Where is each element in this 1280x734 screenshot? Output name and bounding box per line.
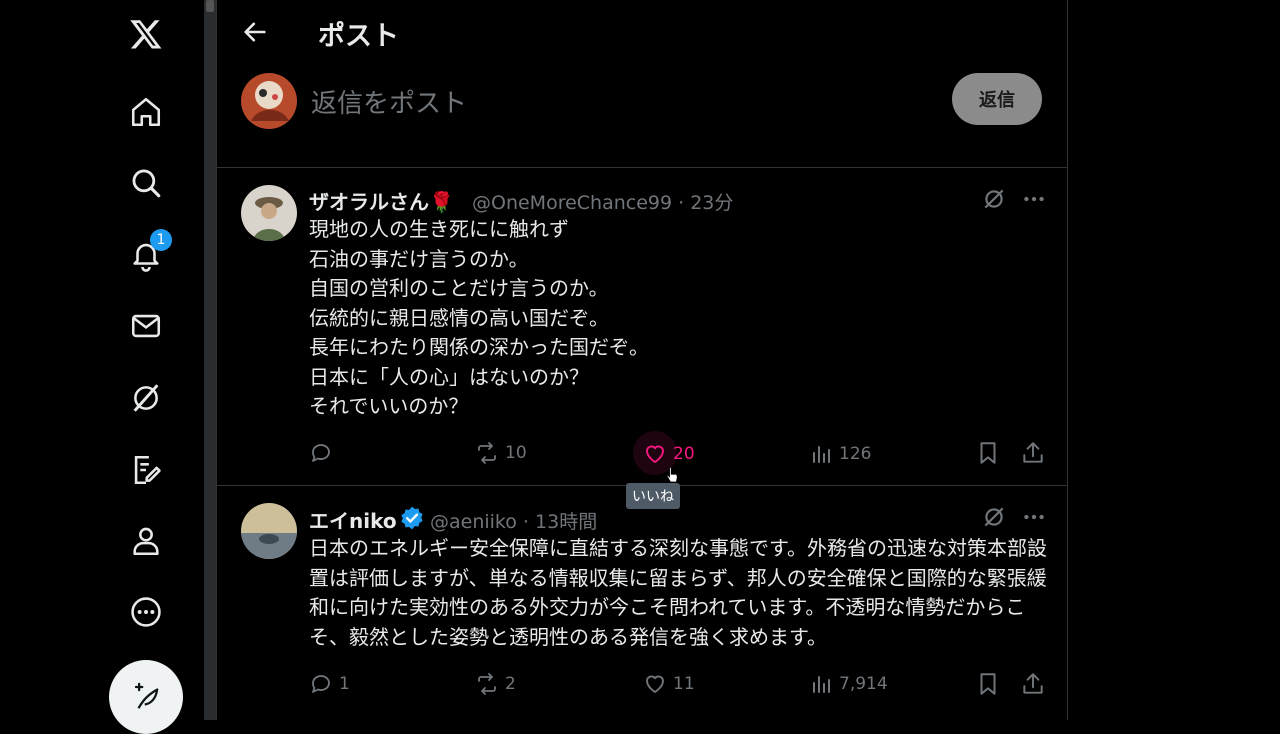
compose-note-icon[interactable] [126, 450, 166, 490]
right-empty-area [1068, 0, 1280, 720]
post-time[interactable]: 13時間 [535, 511, 597, 533]
views-count: 126 [839, 444, 872, 464]
more-circle-icon[interactable] [126, 592, 166, 632]
page-title: ポスト [318, 21, 399, 52]
reply-input[interactable]: 返信をポスト [311, 83, 467, 120]
grok-icon[interactable] [981, 186, 1007, 212]
like-count: 11 [673, 674, 695, 694]
x-logo-icon[interactable] [126, 14, 166, 54]
feather-plus-icon [134, 682, 159, 709]
reply-bubble-icon [312, 675, 330, 693]
reply-bubble-icon [312, 444, 330, 462]
reply-submit-button[interactable]: 返信 [952, 73, 1042, 125]
views-chart-icon [813, 446, 830, 463]
page-header: ポスト [217, 0, 1067, 64]
retweet-count: 10 [505, 443, 527, 463]
retweet-action[interactable]: 2 [475, 671, 516, 697]
post-time[interactable]: 23分 [690, 192, 733, 214]
author-avatar[interactable] [241, 185, 297, 241]
retweet-count: 2 [505, 674, 516, 694]
author-avatar[interactable] [241, 503, 297, 559]
notifications-bell-icon[interactable]: 1 [126, 229, 172, 275]
reply-action[interactable]: 1 [309, 671, 350, 697]
more-options-icon[interactable] [1021, 504, 1047, 530]
author-name[interactable]: ザオラルさん🌹 [309, 186, 454, 215]
author-handle[interactable]: @OneMoreChance99 [472, 192, 672, 214]
left-navigation: 1 [0, 0, 204, 734]
views-chart-icon [813, 676, 830, 693]
back-arrow-icon[interactable] [241, 18, 269, 46]
grok-icon[interactable] [981, 504, 1007, 530]
bookmark-icon[interactable] [975, 440, 1001, 466]
notification-badge: 1 [150, 229, 172, 251]
tweet-text: 現地の人の生き死にに触れず 石油の事だけ言うのか。 自国の営利のことだけ言うのか… [309, 217, 649, 418]
tweet[interactable]: ザオラルさん🌹 @OneMoreChance99 · 23分 現地の人の生き死に… [217, 168, 1067, 509]
my-avatar[interactable] [241, 73, 297, 129]
views-count: 7,914 [839, 674, 888, 694]
retweet-icon [478, 442, 496, 464]
author-handle-time: @aeniiko · 13時間 [430, 511, 598, 533]
home-icon[interactable] [126, 92, 166, 132]
heart-icon [646, 675, 664, 693]
profile-icon[interactable] [126, 521, 166, 561]
scrollbar-thumb[interactable] [206, 0, 214, 12]
grok-icon[interactable] [126, 378, 166, 418]
like-action[interactable]: 20 [643, 441, 695, 467]
author-handle-time: @OneMoreChance99 · 23分 [472, 192, 734, 214]
mouse-cursor-icon [666, 466, 678, 483]
author-name[interactable]: エイniko [309, 505, 397, 534]
mail-icon[interactable] [126, 306, 166, 346]
share-icon[interactable] [1020, 671, 1046, 697]
views-action[interactable]: 7,914 [809, 671, 888, 697]
heart-icon [646, 445, 664, 463]
like-action[interactable]: 11 [643, 671, 695, 697]
views-action[interactable]: 126 [809, 441, 871, 467]
share-icon[interactable] [1020, 440, 1046, 466]
verified-badge-icon [401, 506, 423, 530]
tweet-text: 日本のエネルギー安全保障に直結する深刻な事態です。外務省の迅速な対策本部設置は評… [309, 536, 1047, 649]
author-handle[interactable]: @aeniiko [430, 511, 517, 533]
reply-action[interactable] [309, 440, 339, 466]
compose-post-button[interactable] [109, 660, 183, 734]
retweet-icon [478, 673, 496, 695]
more-options-icon[interactable] [1021, 186, 1047, 212]
retweet-action[interactable]: 10 [475, 440, 527, 466]
tweet[interactable]: エイniko @aeniiko · 13時間 日本のエネルギー安全保障に直結する… [217, 486, 1067, 720]
reply-count: 1 [339, 674, 350, 694]
search-icon[interactable] [126, 163, 166, 203]
main-column: ポスト 返信をポスト 返信 ザオラルさん🌹 @OneMoreChance99 ·… [216, 0, 1068, 720]
like-count: 20 [673, 444, 695, 464]
reply-composer: 返信をポスト 返信 [217, 64, 1067, 168]
bookmark-icon[interactable] [975, 671, 1001, 697]
page-scrollbar[interactable] [204, 0, 216, 720]
